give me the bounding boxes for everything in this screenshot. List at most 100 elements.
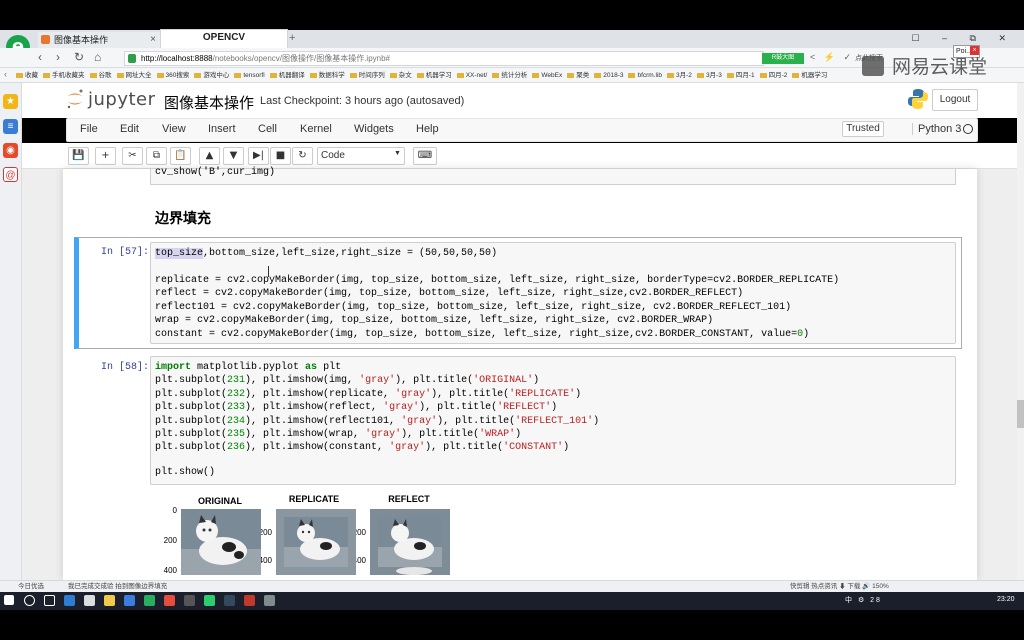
trusted-badge[interactable]: Trusted bbox=[842, 121, 884, 137]
bookmark-item[interactable]: 四月-1 bbox=[726, 68, 755, 83]
extension-badge[interactable]: R鼓大图 bbox=[762, 53, 804, 64]
bookmark-label: 机器学习 bbox=[801, 72, 828, 79]
code-line: plt.show() bbox=[155, 467, 216, 478]
bookmark-item[interactable]: 数据科学 bbox=[309, 68, 345, 83]
bookmark-item[interactable]: 3月-3 bbox=[696, 68, 722, 83]
taskbar-clock[interactable]: 23:20 bbox=[997, 596, 1015, 603]
app-icon[interactable] bbox=[164, 595, 175, 606]
tab-close-icon[interactable]: × bbox=[150, 32, 156, 48]
cell-type-select[interactable]: Code bbox=[317, 147, 405, 165]
code-line-text: ,bottom_size,left_size,right_size = (50,… bbox=[203, 248, 498, 259]
bookmark-item[interactable]: 手机收藏夹 bbox=[43, 68, 85, 83]
bookmark-item[interactable]: XX-net/ bbox=[456, 68, 488, 83]
python-logo-icon bbox=[908, 89, 928, 109]
bookmark-item[interactable]: 杂文 bbox=[389, 68, 412, 83]
checkpoint-status: Last Checkpoint: 3 hours ago (autosaved) bbox=[260, 95, 465, 107]
weibo-icon[interactable]: ◉ bbox=[3, 143, 18, 158]
save-icon[interactable]: 💾 bbox=[68, 147, 89, 165]
bookmark-item[interactable]: 聚类 bbox=[567, 68, 589, 83]
tab-opencv[interactable]: OPENCV bbox=[160, 29, 288, 48]
move-down-icon[interactable]: ▼ bbox=[223, 147, 244, 165]
bookmark-item[interactable]: tensorfl bbox=[234, 68, 265, 83]
bookmark-item[interactable]: 时间序列 bbox=[349, 68, 385, 83]
insert-cell-button[interactable]: + bbox=[95, 147, 116, 165]
bookmark-item[interactable]: 机器学习 bbox=[416, 68, 452, 83]
bookmark-item[interactable]: 游戏中心 bbox=[194, 68, 229, 83]
page-scrollbar[interactable] bbox=[1017, 83, 1024, 580]
folder-icon bbox=[594, 72, 602, 78]
run-icon[interactable]: ▶| bbox=[248, 147, 269, 165]
restart-icon[interactable]: ↻ bbox=[292, 147, 313, 165]
menu-edit[interactable]: Edit bbox=[120, 123, 139, 135]
stop-icon[interactable]: ■ bbox=[270, 147, 291, 165]
status-left-1[interactable]: 今日优选 bbox=[18, 581, 44, 592]
scrollbar-thumb[interactable] bbox=[1017, 400, 1024, 428]
bookmark-item[interactable]: 收藏 bbox=[16, 68, 38, 83]
favorites-icon[interactable]: ★ bbox=[3, 94, 18, 109]
keyboard-icon[interactable]: ⌨ bbox=[413, 147, 437, 165]
menu-help[interactable]: Help bbox=[416, 123, 439, 135]
task-view-icon[interactable] bbox=[44, 595, 55, 606]
store-icon[interactable] bbox=[84, 595, 95, 606]
cut-icon[interactable]: ✂ bbox=[122, 147, 143, 165]
menu-widgets[interactable]: Widgets bbox=[354, 123, 394, 135]
move-up-icon[interactable]: ▲ bbox=[199, 147, 220, 165]
folder-icon bbox=[234, 72, 242, 78]
menu-kernel[interactable]: Kernel bbox=[300, 123, 332, 135]
search-icon[interactable] bbox=[24, 595, 35, 606]
edge-icon[interactable] bbox=[64, 595, 75, 606]
kernel-name[interactable]: Python 3 bbox=[912, 123, 961, 135]
app-icon[interactable] bbox=[124, 595, 135, 606]
app-icon[interactable] bbox=[264, 595, 275, 606]
bookmarks-star-icon[interactable]: ‹ bbox=[4, 69, 7, 79]
menu-cell[interactable]: Cell bbox=[258, 123, 277, 135]
mail-icon[interactable]: @ bbox=[3, 167, 18, 182]
bookmarks-list: 收藏 手机收藏夹 谷歌 网址大全 360搜索 游戏中心 tensorfl 机器翻译 数据科学 时间… bbox=[16, 68, 876, 83]
bookmark-item[interactable]: 四月-2 bbox=[759, 68, 787, 83]
menu-insert[interactable]: Insert bbox=[208, 123, 236, 135]
news-icon[interactable]: ≡ bbox=[3, 119, 18, 134]
jupyter-logo-icon[interactable] bbox=[66, 88, 84, 110]
logout-button[interactable]: Logout bbox=[932, 89, 978, 111]
explorer-icon[interactable] bbox=[104, 595, 115, 606]
bookmark-item[interactable]: 机器学习 bbox=[792, 68, 827, 83]
bookmark-item[interactable]: WebEx bbox=[532, 68, 562, 83]
menu-view[interactable]: View bbox=[162, 123, 186, 135]
forward-icon[interactable]: › bbox=[56, 50, 60, 64]
status-right[interactable]: 快剪辑 热点资讯 ⬇ 下载 🔊 150% bbox=[790, 581, 889, 592]
secure-lock-icon bbox=[128, 54, 136, 63]
bookmark-item[interactable]: 网址大全 bbox=[116, 68, 152, 83]
copy-icon[interactable]: ⧉ bbox=[146, 147, 167, 165]
bookmark-item[interactable]: 统计分析 bbox=[492, 68, 527, 83]
bookmark-item[interactable]: 360搜索 bbox=[156, 68, 189, 83]
bookmark-item[interactable]: 2018-3 bbox=[594, 68, 623, 83]
bookmark-item[interactable]: bfcrm.lib bbox=[628, 68, 662, 83]
bookmark-item[interactable]: 机器翻译 bbox=[269, 68, 305, 83]
new-tab-button[interactable]: + bbox=[289, 32, 295, 44]
reload-icon[interactable]: ↻ bbox=[74, 50, 84, 64]
start-icon[interactable] bbox=[4, 595, 14, 605]
menu-file[interactable]: File bbox=[80, 123, 98, 135]
app-icon[interactable] bbox=[184, 595, 195, 606]
notebook-title[interactable]: 图像基本操作 bbox=[164, 92, 254, 113]
home-icon[interactable]: ⌂ bbox=[94, 50, 101, 64]
bookmark-label: XX-net/ bbox=[465, 72, 488, 79]
bookmark-item[interactable]: 谷歌 bbox=[89, 68, 112, 83]
bookmark-label: WebEx bbox=[541, 72, 563, 79]
window-controls[interactable]: ☐ – ⧉ ✕ bbox=[911, 33, 1016, 44]
app-icon[interactable] bbox=[244, 595, 255, 606]
system-tray[interactable]: 中 ⚙ 28 bbox=[845, 595, 882, 605]
url-input[interactable]: http://localhost:8888/notebooks/opencv/图… bbox=[124, 51, 764, 66]
paste-icon[interactable]: 📋 bbox=[170, 147, 191, 165]
browser-taskbar-icon[interactable] bbox=[144, 595, 155, 606]
previous-code-line: cv_show('B',cur_img) bbox=[155, 167, 276, 178]
app-icon[interactable] bbox=[204, 595, 215, 606]
back-icon[interactable]: ‹ bbox=[38, 50, 42, 64]
app-icon[interactable] bbox=[224, 595, 235, 606]
code-line: constant = cv2.copyMakeBorder(img, top_s… bbox=[155, 328, 810, 340]
jupyter-wordmark[interactable]: jupyter bbox=[88, 89, 156, 110]
bookmark-item[interactable]: 3月-2 bbox=[667, 68, 692, 83]
y-tick: 400 bbox=[163, 566, 177, 575]
status-left-2[interactable]: 我已完成交成验 拍到图像边界填充 bbox=[68, 581, 167, 592]
tab-notebook[interactable]: 图像基本操作 × bbox=[38, 32, 160, 48]
